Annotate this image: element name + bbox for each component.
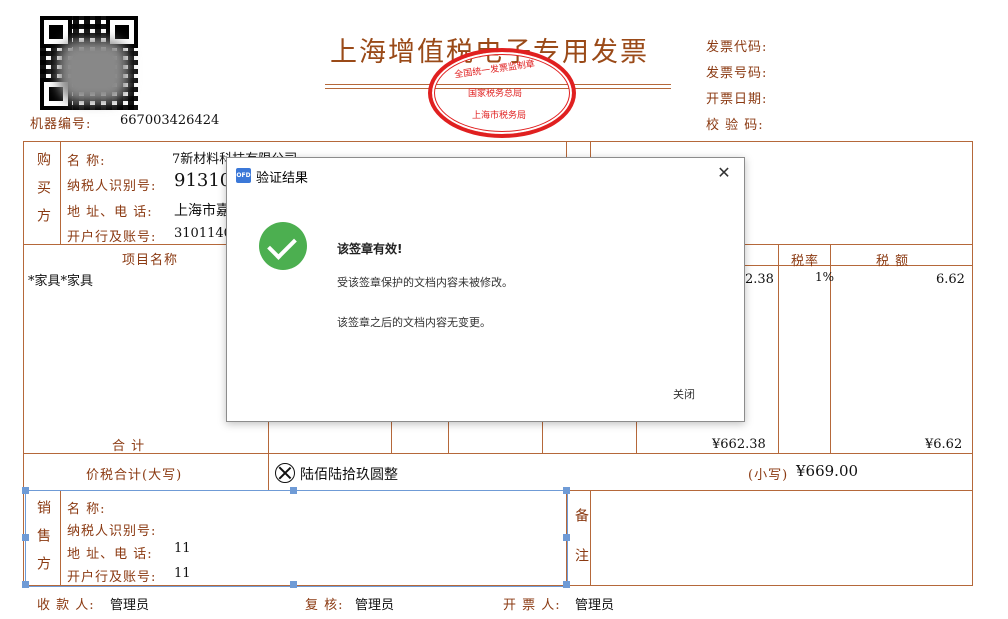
close-button[interactable]: 关闭 bbox=[673, 386, 695, 402]
resize-handle[interactable] bbox=[290, 581, 297, 588]
item-rate: 1% bbox=[815, 270, 834, 284]
buyer-bank-label: 开户行及账号: bbox=[67, 226, 156, 245]
total-label: 合 计 bbox=[112, 435, 145, 454]
item-name: *家具*家具 bbox=[28, 270, 93, 289]
invoice-number-label: 发票号码: bbox=[706, 62, 767, 81]
table-border bbox=[60, 141, 61, 244]
table-border bbox=[448, 420, 449, 453]
table-border bbox=[778, 244, 779, 453]
buyer-taxid-label: 纳税人识别号: bbox=[67, 175, 156, 194]
invoice-code-label: 发票代码: bbox=[706, 36, 767, 55]
reviewer-value: 管理员 bbox=[355, 594, 394, 613]
table-border bbox=[23, 141, 973, 142]
payee-value: 管理员 bbox=[110, 594, 149, 613]
seller-address-value: 11 bbox=[174, 541, 191, 556]
resize-handle[interactable] bbox=[290, 487, 297, 494]
resize-handle[interactable] bbox=[22, 581, 29, 588]
seller-taxid-label: 纳税人识别号: bbox=[67, 520, 156, 539]
table-border bbox=[23, 141, 24, 585]
item-name-header: 项目名称 bbox=[122, 249, 178, 268]
seller-name-label: 名 称: bbox=[67, 498, 106, 517]
payee-label: 收 款 人: bbox=[37, 594, 95, 613]
buyer-side-label: 购买方 bbox=[33, 152, 53, 236]
resize-handle[interactable] bbox=[22, 534, 29, 541]
item-tax: 6.62 bbox=[936, 272, 965, 287]
seal-middle-text: 国家税务总局 bbox=[468, 86, 522, 99]
resize-handle[interactable] bbox=[563, 534, 570, 541]
machine-no-label: 机器编号: bbox=[30, 113, 91, 132]
official-seal: 全国统一发票监制章 国家税务总局 上海市税务局 bbox=[428, 48, 576, 138]
buyer-taxid-value: 91310 bbox=[174, 170, 231, 191]
seal-top-text: 全国统一发票监制章 bbox=[453, 56, 535, 80]
table-border bbox=[972, 141, 973, 585]
dialog-heading: 该签章有效! bbox=[337, 240, 402, 257]
seller-bank-value: 11 bbox=[174, 566, 191, 581]
resize-handle[interactable] bbox=[22, 487, 29, 494]
total-amount: ¥662.38 bbox=[712, 437, 766, 452]
close-icon[interactable]: ✕ bbox=[714, 163, 734, 183]
table-border bbox=[391, 420, 392, 453]
tax-amount-header: 税 额 bbox=[876, 250, 909, 269]
sum-lower-value: ¥669.00 bbox=[796, 462, 858, 480]
sum-lower-label: (小写) bbox=[748, 464, 788, 483]
buyer-address-label: 地 址、电 话: bbox=[67, 201, 153, 220]
table-border bbox=[268, 420, 269, 490]
total-tax: ¥6.62 bbox=[925, 437, 962, 452]
item-amount: 2.38 bbox=[745, 272, 774, 287]
dialog-title: 验证结果 bbox=[256, 167, 308, 186]
verification-dialog: OFD 验证结果 ✕ 该签章有效! 受该签章保护的文档内容未被修改。 该签章之后… bbox=[226, 157, 745, 422]
dialog-line1: 受该签章保护的文档内容未被修改。 bbox=[337, 274, 513, 290]
qr-blur-mask bbox=[58, 40, 128, 102]
remark-label: 备注 bbox=[571, 508, 591, 588]
cross-circle-icon bbox=[275, 463, 295, 483]
seller-side-label: 销售方 bbox=[33, 500, 53, 584]
sum-upper-value: 陆佰陆拾玖圆整 bbox=[300, 464, 398, 484]
ofd-app-icon: OFD bbox=[236, 168, 251, 183]
seller-address-label: 地 址、电 话: bbox=[67, 543, 153, 562]
check-code-label: 校 验 码: bbox=[706, 114, 764, 133]
dialog-line2: 该签章之后的文档内容无变更。 bbox=[337, 314, 491, 330]
machine-no-value: 667003426424 bbox=[120, 113, 219, 128]
buyer-bank-value: 3101140 bbox=[174, 226, 232, 241]
tax-rate-header: 税率 bbox=[791, 250, 819, 269]
drawer-label: 开 票 人: bbox=[503, 594, 561, 613]
reviewer-label: 复 核: bbox=[305, 594, 344, 613]
sum-label: 价税合计(大写) bbox=[86, 464, 182, 483]
buyer-name-label: 名 称: bbox=[67, 150, 106, 169]
seller-bank-label: 开户行及账号: bbox=[67, 566, 156, 585]
seal-bottom-text: 上海市税务局 bbox=[472, 108, 526, 121]
resize-handle[interactable] bbox=[563, 581, 570, 588]
buyer-address-value: 上海市嘉 bbox=[174, 200, 230, 220]
table-border bbox=[542, 420, 543, 453]
invoice-date-label: 开票日期: bbox=[706, 88, 767, 107]
resize-handle[interactable] bbox=[563, 487, 570, 494]
table-border bbox=[23, 453, 973, 454]
drawer-value: 管理员 bbox=[575, 594, 614, 613]
check-icon bbox=[259, 222, 307, 270]
